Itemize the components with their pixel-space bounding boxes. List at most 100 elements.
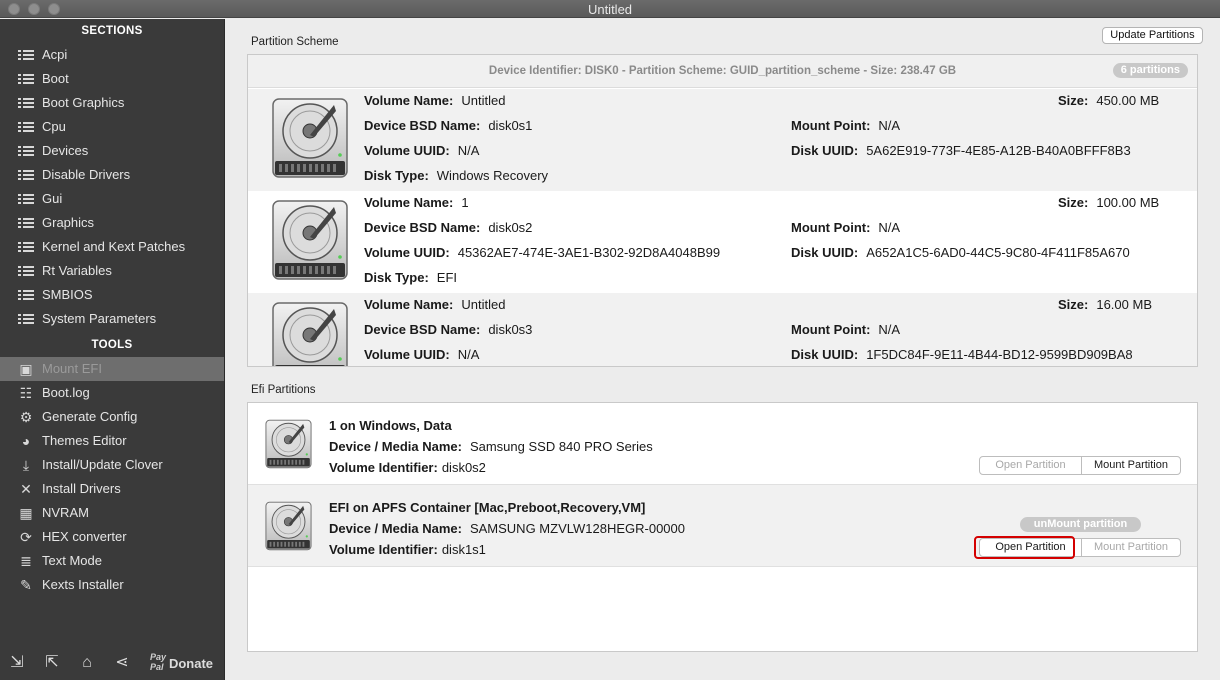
sidebar-item-label: Cpu xyxy=(42,119,66,134)
disk-uuid: Disk UUID: 5A62E919-773F-4E85-A12B-B40A0B… xyxy=(791,143,1131,158)
sidebar-item-disable-drivers[interactable]: Disable Drivers xyxy=(0,163,224,187)
volume-name: Volume Name: Untitled xyxy=(364,93,506,108)
gears-icon: ⚙ xyxy=(19,409,33,425)
tool-item-label: Install/Update Clover xyxy=(42,457,163,472)
disk-info-text: Device Identifier: DISK0 - Partition Sch… xyxy=(488,65,957,77)
device-media-name: Device / Media Name: SAMSUNG MZVLW128HEGR… xyxy=(329,521,685,536)
device-media-name: Device / Media Name: Samsung SSD 840 PRO … xyxy=(329,439,653,454)
partition-size: Size: 100.00 MB xyxy=(1058,195,1160,210)
list-icon xyxy=(18,120,34,134)
list-icon xyxy=(18,168,34,182)
volume-uuid: Volume UUID: N/A xyxy=(364,347,480,362)
list-icon xyxy=(18,216,34,230)
tool-item-themes-editor[interactable]: ◕ Themes Editor xyxy=(0,429,224,453)
efi-title: 1 on Windows, Data xyxy=(329,418,452,433)
partition-row[interactable]: Volume Name: Untitled Device BSD Name: disk… xyxy=(248,293,1197,366)
puzzle-icon: ✎ xyxy=(20,577,32,593)
partition-actions: Open Partition Mount Partition xyxy=(979,456,1181,475)
tool-item-label: Generate Config xyxy=(42,409,138,424)
unmount-partition-badge[interactable]: unMount partition xyxy=(1020,517,1141,532)
device-bsd-name: Device BSD Name: disk0s2 xyxy=(364,220,533,235)
list-icon xyxy=(18,240,34,254)
sidebar-item-label: System Parameters xyxy=(42,311,157,326)
share-icon[interactable]: ⋖ xyxy=(113,654,131,672)
sidebar-item-label: Disable Drivers xyxy=(42,167,131,182)
tool-item-generate-config[interactable]: ⚙ Generate Config xyxy=(0,405,224,429)
hard-drive-icon xyxy=(270,97,350,182)
efi-partitions-panel: 1 on Windows, Data Device / Media Name: Sa… xyxy=(247,402,1198,652)
sidebar-item-graphics[interactable]: Graphics xyxy=(0,211,224,235)
palette-icon: ◕ xyxy=(21,433,31,449)
tool-item-text-mode[interactable]: ≣ Text Mode xyxy=(0,549,224,573)
tool-item-install-update-clover[interactable]: ⤓ Install/Update Clover xyxy=(0,453,224,477)
main-content: Partition Scheme Update Partitions Devic… xyxy=(226,19,1220,680)
mount-point: Mount Point: N/A xyxy=(791,322,901,337)
partition-row[interactable]: Volume Name: Untitled Device BSD Name: disk… xyxy=(248,89,1197,191)
hard-drive-icon xyxy=(270,301,350,366)
mount-efi-icon: ▣ xyxy=(19,361,33,377)
list-icon xyxy=(18,96,34,110)
tool-item-nvram[interactable]: ▦ NVRAM xyxy=(0,501,224,525)
home-icon[interactable]: ⌂ xyxy=(78,654,96,672)
list-icon xyxy=(18,144,34,158)
partition-scheme-header: Device Identifier: DISK0 - Partition Sch… xyxy=(248,55,1197,88)
list-icon xyxy=(18,192,34,206)
sidebar-item-kernel-kext-patches[interactable]: Kernel and Kext Patches xyxy=(0,235,224,259)
highlight-box xyxy=(974,536,1075,559)
efi-partitions-label: Efi Partitions xyxy=(251,384,316,396)
tool-item-label: Install Drivers xyxy=(42,481,121,496)
mount-partition-button[interactable]: Mount Partition xyxy=(1081,539,1180,556)
window-titlebar: Untitled xyxy=(0,0,1220,18)
mount-partition-button[interactable]: Mount Partition xyxy=(1081,457,1180,474)
sections-header: SECTIONS xyxy=(81,25,143,37)
partition-size: Size: 450.00 MB xyxy=(1058,93,1160,108)
import-icon[interactable]: ⇲ xyxy=(8,654,26,672)
donate-button[interactable]: Donate xyxy=(169,656,213,671)
export-icon[interactable]: ⇱ xyxy=(43,654,61,672)
tool-item-mount-efi[interactable]: ▣ Mount EFI xyxy=(0,357,224,381)
sidebar-item-system-parameters[interactable]: System Parameters xyxy=(0,307,224,331)
sidebar-item-devices[interactable]: Devices xyxy=(0,139,224,163)
sidebar-item-acpi[interactable]: Acpi xyxy=(0,43,224,67)
list-icon xyxy=(18,288,34,302)
sidebar-item-boot-graphics[interactable]: Boot Graphics xyxy=(0,91,224,115)
tool-item-kexts-installer[interactable]: ✎ Kexts Installer xyxy=(0,573,224,597)
efi-partition-row[interactable]: EFI on APFS Container [Mac,Preboot,Recov… xyxy=(248,485,1197,567)
tool-item-install-drivers[interactable]: ✕ Install Drivers xyxy=(0,477,224,501)
boot-log-icon: ☷ xyxy=(19,385,33,401)
disk-type: Disk Type: Windows Recovery xyxy=(364,168,549,183)
update-partitions-button[interactable]: Update Partitions xyxy=(1102,27,1203,44)
volume-uuid: Volume UUID: N/A xyxy=(364,143,480,158)
sidebar-item-label: Boot xyxy=(42,71,69,86)
sidebar-item-gui[interactable]: Gui xyxy=(0,187,224,211)
sections-list: Acpi Boot Boot Graphics Cpu Devices Disable D… xyxy=(0,43,224,331)
sidebar-item-boot[interactable]: Boot xyxy=(0,67,224,91)
paypal-logo[interactable]: Pay Pal xyxy=(150,652,166,672)
sidebar-item-label: Devices xyxy=(42,143,89,158)
tool-item-label: Themes Editor xyxy=(42,433,127,448)
tool-item-hex-converter[interactable]: ⟳ HEX converter xyxy=(0,525,224,549)
mount-point: Mount Point: N/A xyxy=(791,220,901,235)
partition-size: Size: 16.00 MB xyxy=(1058,297,1152,312)
sidebar-item-smbios[interactable]: SMBIOS xyxy=(0,283,224,307)
efi-partition-row[interactable]: 1 on Windows, Data Device / Media Name: Sa… xyxy=(248,403,1197,485)
partition-row[interactable]: Volume Name: 1 Device BSD Name: disk0s2 Volu… xyxy=(248,191,1197,293)
mount-point: Mount Point: N/A xyxy=(791,118,901,133)
device-bsd-name: Device BSD Name: disk0s1 xyxy=(364,118,533,133)
tool-item-label: Kexts Installer xyxy=(42,577,124,592)
tool-item-boot-log[interactable]: ☷ Boot.log xyxy=(0,381,224,405)
sidebar-item-rt-variables[interactable]: Rt Variables xyxy=(0,259,224,283)
hard-drive-icon xyxy=(264,501,313,554)
tool-item-label: HEX converter xyxy=(42,529,127,544)
hard-drive-icon xyxy=(270,199,350,284)
text-lines-icon: ≣ xyxy=(20,553,32,569)
open-partition-button[interactable]: Open Partition xyxy=(980,457,1081,474)
sidebar: SECTIONS Acpi Boot Boot Graphics Cpu Devices… xyxy=(0,19,225,680)
disk-uuid: Disk UUID: 1F5DC84F-9E11-4B44-BD12-9599BD… xyxy=(791,347,1133,362)
sidebar-item-label: Gui xyxy=(42,191,63,206)
tool-item-label: Boot.log xyxy=(42,385,90,400)
sidebar-item-label: Acpi xyxy=(42,47,68,62)
sidebar-item-cpu[interactable]: Cpu xyxy=(0,115,224,139)
list-icon xyxy=(18,72,34,86)
hard-drive-icon xyxy=(264,419,313,472)
